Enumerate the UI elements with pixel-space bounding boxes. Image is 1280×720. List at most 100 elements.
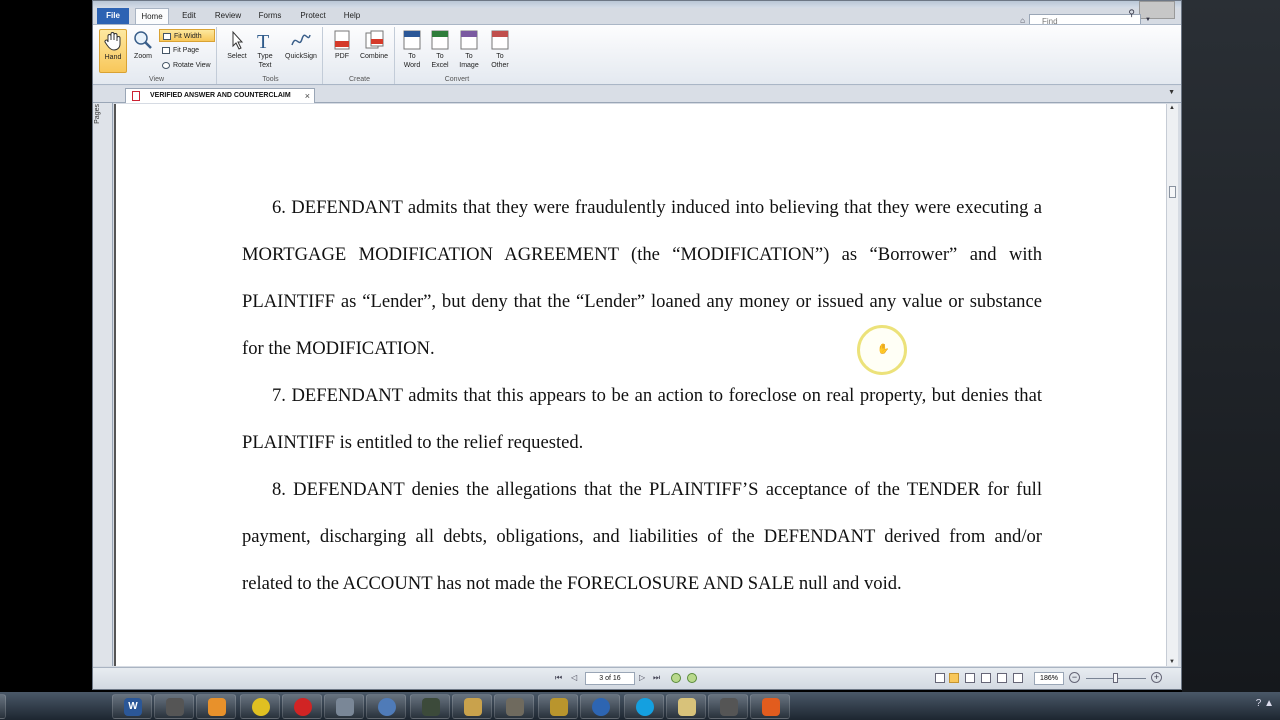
- cursor-arrow-icon: [232, 30, 244, 50]
- desktop-background: [1182, 0, 1280, 692]
- scroll-up-icon[interactable]: ▲: [1169, 105, 1175, 111]
- to-image-button[interactable]: To Image: [455, 29, 483, 70]
- taskbar-item-app-globe[interactable]: [366, 694, 406, 719]
- type-text-button[interactable]: T Type Text: [253, 29, 277, 70]
- zoom-level-input[interactable]: 186%: [1034, 672, 1064, 685]
- taskbar-item-app-lantern[interactable]: [494, 694, 534, 719]
- page-number-input[interactable]: 3 of 16: [585, 672, 635, 685]
- pdf-file-icon: [132, 91, 140, 101]
- taskbar-item-app-som[interactable]: [154, 694, 194, 719]
- fit-page-button[interactable]: Fit Page: [159, 44, 215, 57]
- taskbar-item-app-som-2[interactable]: [708, 694, 748, 719]
- cover-view-icon[interactable]: [997, 673, 1007, 683]
- rotate-view-button[interactable]: Rotate View: [159, 59, 217, 72]
- chevron-down-icon[interactable]: ▼: [1168, 89, 1175, 96]
- app-icon: [592, 698, 610, 716]
- to-excel-button[interactable]: To Excel: [427, 29, 453, 70]
- tab-review[interactable]: Review: [211, 8, 245, 24]
- to-word-button[interactable]: To Word: [399, 29, 425, 70]
- zoom-out-icon[interactable]: −: [1069, 672, 1080, 683]
- taskbar-item-outlook[interactable]: [196, 694, 236, 719]
- zoom-in-icon[interactable]: +: [1151, 672, 1162, 683]
- chevron-down-icon[interactable]: ▼: [1145, 17, 1151, 23]
- back-view-icon[interactable]: [671, 673, 681, 683]
- pdf-button[interactable]: PDF: [329, 29, 355, 61]
- tab-home[interactable]: Home: [135, 8, 169, 24]
- hand-icon: [104, 32, 121, 51]
- taskbar-item-skype[interactable]: [624, 694, 664, 719]
- paragraph-6: 6. DEFENDANT admits that they were fraud…: [242, 197, 1042, 359]
- combine-button[interactable]: Combine: [357, 29, 391, 61]
- screen: File Home Edit Review Forms Protect Help…: [0, 0, 1280, 720]
- other-doc-icon: [491, 30, 509, 50]
- taskbar-item-app-folder[interactable]: [452, 694, 492, 719]
- pen-icon: [550, 698, 568, 716]
- system-tray[interactable]: ? ▲: [1256, 698, 1274, 709]
- pdf-label: PDF: [335, 53, 349, 60]
- type-text-label-1: Type: [257, 53, 273, 60]
- select-button[interactable]: Select: [225, 29, 249, 61]
- facing-continuous-view-icon[interactable]: [981, 673, 991, 683]
- rotate-icon: [162, 62, 170, 69]
- folder-icon: [678, 698, 696, 716]
- document-viewport[interactable]: 6. DEFENDANT admits that they were fraud…: [114, 104, 1166, 666]
- fit-width-button[interactable]: Fit Width: [159, 29, 215, 42]
- excel-doc-icon: [431, 30, 449, 50]
- scrollbar-thumb[interactable]: [1169, 186, 1176, 198]
- lantern-icon: [506, 698, 524, 716]
- hand-button[interactable]: Hand: [99, 29, 127, 73]
- status-bar: ⏮ ◁ 3 of 16 ▷ ⏭ 186% − +: [93, 667, 1181, 689]
- combine-label: Combine: [359, 53, 388, 60]
- hand-cursor-icon: ✋: [877, 344, 890, 355]
- taskbar-item-app-pen[interactable]: [538, 694, 578, 719]
- close-icon[interactable]: ×: [305, 89, 310, 103]
- document-tab[interactable]: VERIFIED ANSWER AND COUNTERCLAIM ×: [125, 88, 315, 103]
- fit-width-icon: [163, 33, 171, 40]
- last-page-icon[interactable]: ⏭: [653, 673, 660, 683]
- forward-view-icon[interactable]: [687, 673, 697, 683]
- convert-group-label: Convert: [444, 76, 470, 83]
- pages-panel-label[interactable]: Pages: [94, 104, 101, 124]
- app-icon: [166, 698, 184, 716]
- facing-view-icon[interactable]: [965, 673, 975, 683]
- globe-icon: [378, 698, 396, 716]
- tab-forms[interactable]: Forms: [255, 8, 285, 24]
- taskbar-item-opera[interactable]: [282, 694, 322, 719]
- continuous-view-icon[interactable]: [949, 673, 959, 683]
- vertical-scrollbar[interactable]: ▲ ▼: [1166, 104, 1178, 666]
- taskbar-item-start[interactable]: [0, 694, 6, 719]
- taskbar: W ? ▲: [0, 692, 1280, 720]
- ribbon: Hand Zoom Fit Width Fit Page Rotate View…: [93, 24, 1181, 85]
- quicksign-label: QuickSign: [285, 53, 317, 60]
- taskbar-item-pdf-reader[interactable]: [750, 694, 790, 719]
- taskbar-item-explorer[interactable]: [666, 694, 706, 719]
- taskbar-item-app-shield[interactable]: [324, 694, 364, 719]
- fit-page-label: Fit Page: [173, 47, 200, 54]
- document-tab-title: VERIFIED ANSWER AND COUNTERCLAIM: [150, 92, 291, 99]
- taskbar-item-app-terminal[interactable]: [410, 694, 450, 719]
- tab-file[interactable]: File: [97, 8, 129, 24]
- word-icon: W: [124, 698, 142, 716]
- scroll-down-icon[interactable]: ▼: [1169, 659, 1175, 665]
- quicksign-button[interactable]: QuickSign: [281, 29, 321, 61]
- split-view-icon[interactable]: [1013, 673, 1023, 683]
- to-word-label-1: To: [408, 53, 416, 60]
- first-page-icon[interactable]: ⏮: [555, 673, 562, 683]
- tab-edit[interactable]: Edit: [177, 8, 201, 24]
- to-other-button[interactable]: To Other: [485, 29, 515, 70]
- previous-page-icon[interactable]: ◁: [571, 673, 577, 682]
- zoom-button[interactable]: Zoom: [131, 29, 155, 61]
- single-page-view-icon[interactable]: [935, 673, 945, 683]
- taskbar-item-app-blue[interactable]: [580, 694, 620, 719]
- select-label: Select: [227, 53, 247, 60]
- fit-page-icon: [162, 47, 170, 54]
- zoom-slider-thumb[interactable]: [1113, 673, 1118, 683]
- terminal-icon: [422, 698, 440, 716]
- taskbar-item-chrome[interactable]: [240, 694, 280, 719]
- next-page-icon[interactable]: ▷: [639, 673, 645, 682]
- pages-panel[interactable]: Pages: [93, 86, 113, 666]
- search-icon[interactable]: ⚲: [1128, 8, 1135, 19]
- tab-help[interactable]: Help: [339, 8, 365, 24]
- tab-protect[interactable]: Protect: [295, 8, 331, 24]
- taskbar-item-word[interactable]: W: [112, 694, 152, 719]
